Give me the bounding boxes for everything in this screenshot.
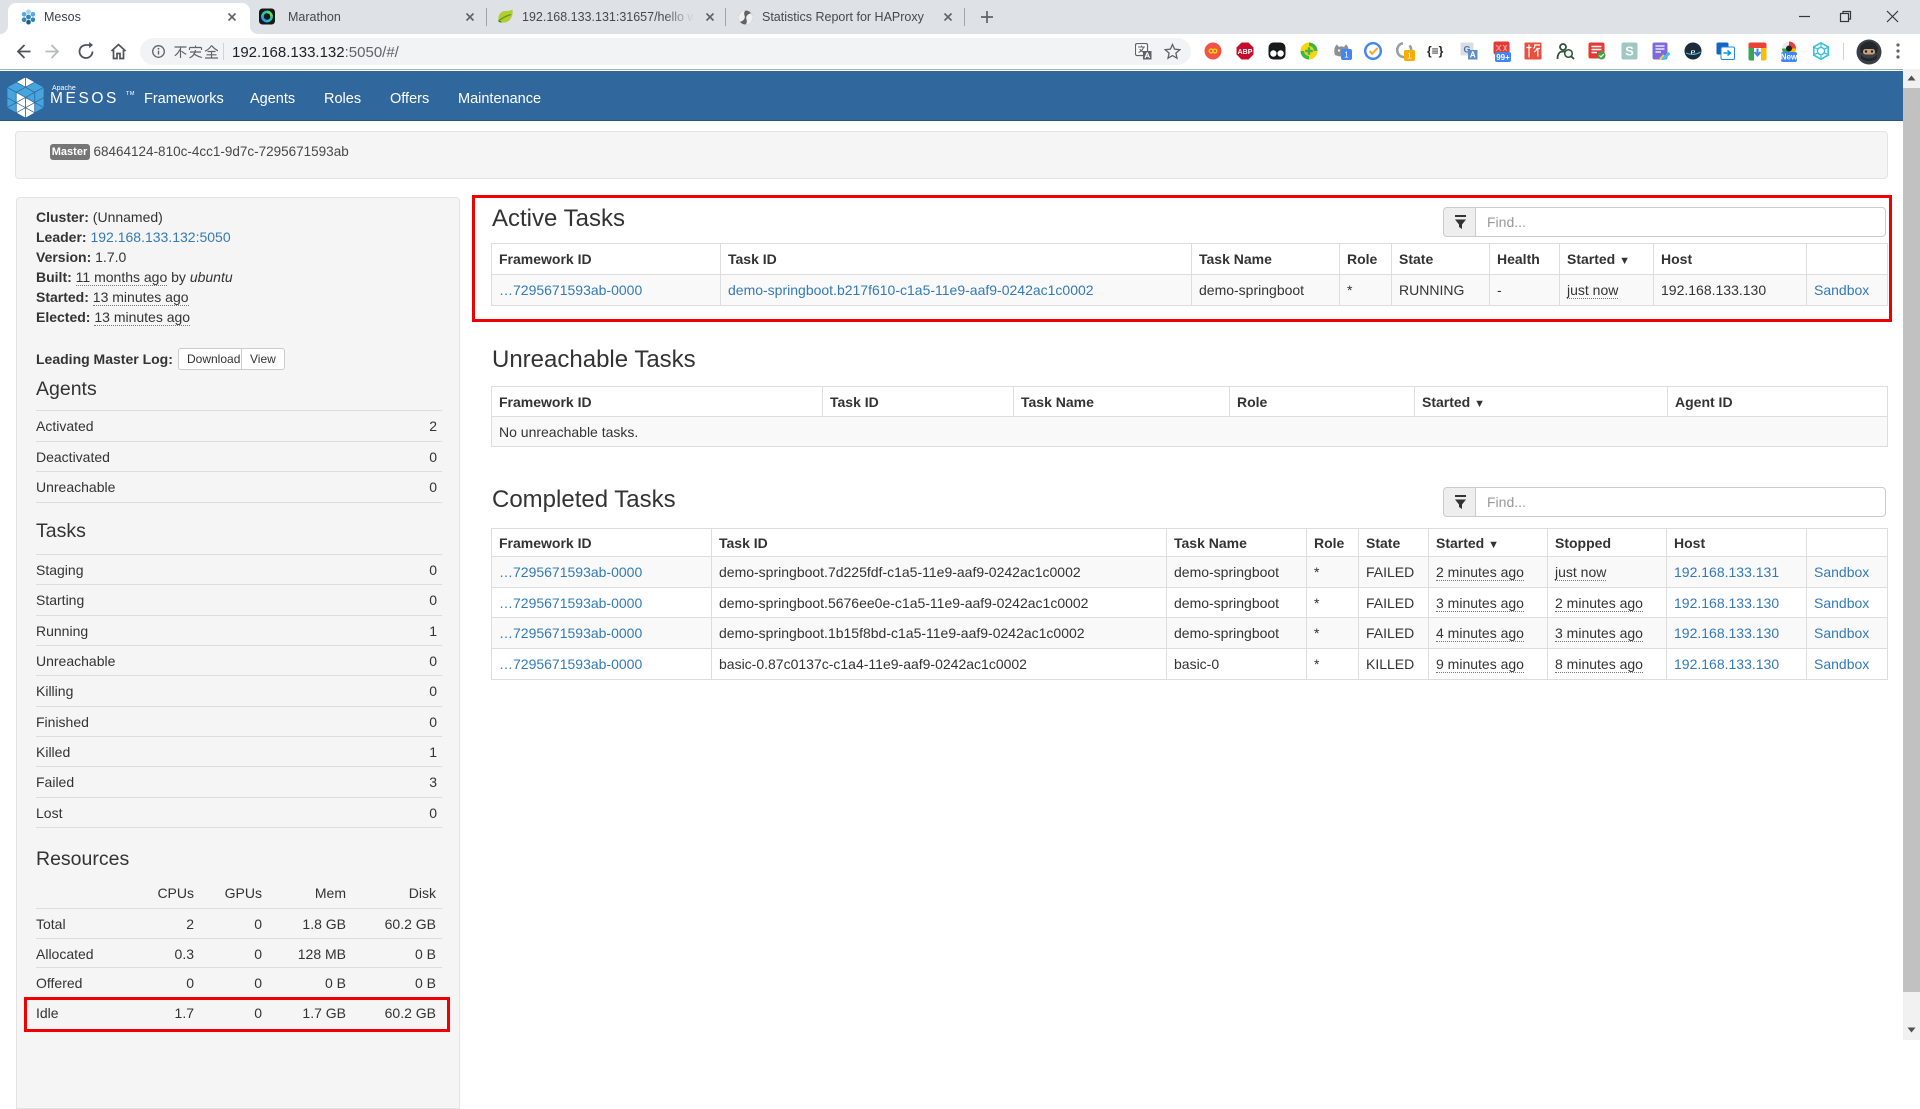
svg-text:e: e <box>1691 46 1696 58</box>
svg-text:1: 1 <box>1344 51 1349 60</box>
svg-text:99+: 99+ <box>1496 53 1510 62</box>
svg-text:S: S <box>1625 44 1634 59</box>
svg-text:1: 1 <box>1407 51 1412 61</box>
svg-text:New: New <box>1781 53 1798 62</box>
svg-text:ABP: ABP <box>1238 49 1253 56</box>
